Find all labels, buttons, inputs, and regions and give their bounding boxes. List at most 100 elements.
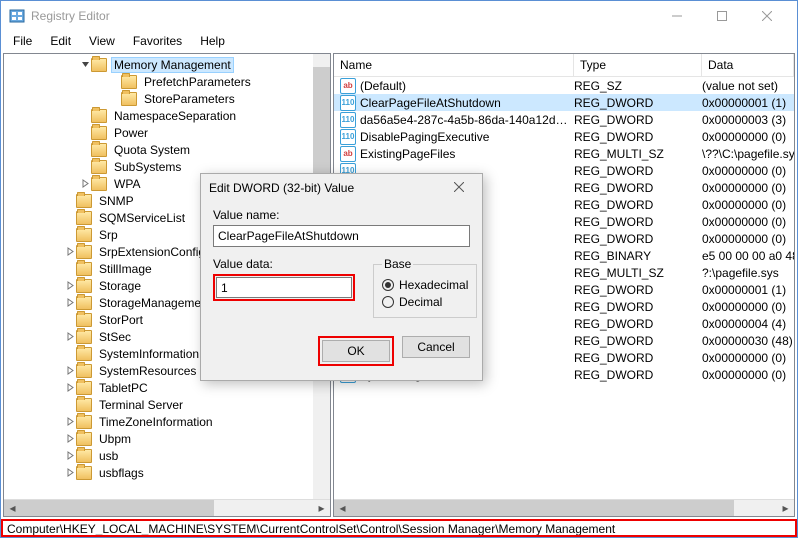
cell-data: 0x00000000 (0) <box>702 232 794 246</box>
expand-icon[interactable] <box>64 331 76 343</box>
tree-item[interactable]: usbflags <box>4 464 330 481</box>
tree-item[interactable]: Memory Management <box>4 56 330 73</box>
tree-item[interactable]: usb <box>4 447 330 464</box>
expand-icon[interactable] <box>64 450 76 462</box>
tree-label: usb <box>96 448 121 464</box>
cell-data: 0x00000000 (0) <box>702 300 794 314</box>
cancel-button[interactable]: Cancel <box>402 336 470 358</box>
list-row[interactable]: ab(Default)REG_SZ(value not set) <box>334 77 794 94</box>
folder-icon <box>76 245 92 259</box>
radio-dec[interactable]: Decimal <box>382 295 468 309</box>
tree-item[interactable]: NamespaceSeparation <box>4 107 330 124</box>
tree-item[interactable]: Power <box>4 124 330 141</box>
tree-hscroll[interactable]: ◂ ▸ <box>4 499 330 516</box>
folder-icon <box>76 313 92 327</box>
tree-item[interactable]: Quota System <box>4 141 330 158</box>
spacer <box>64 212 76 224</box>
tree-label: Quota System <box>111 142 193 158</box>
binary-value-icon: 110 <box>340 112 356 128</box>
menu-view[interactable]: View <box>81 32 123 50</box>
cell-type: REG_DWORD <box>574 96 702 110</box>
tree-item[interactable]: Ubpm <box>4 430 330 447</box>
folder-icon <box>76 211 92 225</box>
expand-icon[interactable] <box>64 365 76 377</box>
expand-icon[interactable] <box>79 59 91 71</box>
folder-icon <box>121 75 137 89</box>
tree-label: StorPort <box>96 312 146 328</box>
tree-item[interactable]: Terminal Server <box>4 396 330 413</box>
list-row[interactable]: 110da56a5e4-287c-4a5b-86da-140a12d814cdR… <box>334 111 794 128</box>
scroll-right-icon[interactable]: ▸ <box>777 500 794 517</box>
list-hscroll[interactable]: ◂ ▸ <box>334 499 794 516</box>
expand-icon[interactable] <box>64 467 76 479</box>
cell-type: REG_SZ <box>574 79 702 93</box>
tree-label: SrpExtensionConfig <box>96 244 208 260</box>
list-row[interactable]: 110DisablePagingExecutiveREG_DWORD0x0000… <box>334 128 794 145</box>
menu-help[interactable]: Help <box>192 32 233 50</box>
value-data-input[interactable] <box>216 277 352 298</box>
col-header-data[interactable]: Data <box>702 54 794 76</box>
scroll-left-icon[interactable]: ◂ <box>334 500 351 517</box>
cell-data: 0x00000001 (1) <box>702 96 794 110</box>
folder-icon <box>76 381 92 395</box>
scroll-thumb[interactable] <box>334 500 734 517</box>
cell-type: REG_DWORD <box>574 164 702 178</box>
tree-item[interactable]: TabletPC <box>4 379 330 396</box>
menu-favorites[interactable]: Favorites <box>125 32 190 50</box>
base-group: Base Hexadecimal Decimal <box>373 257 477 318</box>
folder-icon <box>76 228 92 242</box>
expand-icon[interactable] <box>64 433 76 445</box>
expand-icon[interactable] <box>64 382 76 394</box>
tree-item[interactable]: StoreParameters <box>4 90 330 107</box>
cell-type: REG_DWORD <box>574 351 702 365</box>
expand-icon[interactable] <box>64 416 76 428</box>
folder-icon <box>76 262 92 276</box>
cell-data: 0x00000000 (0) <box>702 368 794 382</box>
scroll-thumb[interactable] <box>4 500 214 517</box>
cell-type: REG_DWORD <box>574 334 702 348</box>
tree-label: SystemInformation <box>96 346 202 362</box>
spacer <box>64 348 76 360</box>
cell-name: ExistingPageFiles <box>360 147 574 161</box>
tree-item[interactable]: TimeZoneInformation <box>4 413 330 430</box>
folder-icon <box>76 279 92 293</box>
folder-icon <box>91 126 107 140</box>
string-value-icon: ab <box>340 146 356 162</box>
cell-data: ?:\pagefile.sys <box>702 266 794 280</box>
radio-hex[interactable]: Hexadecimal <box>382 278 468 292</box>
list-row[interactable]: abExistingPageFilesREG_MULTI_SZ\??\C:\pa… <box>334 145 794 162</box>
tree-label: Ubpm <box>96 431 134 447</box>
tree-label: StoreParameters <box>141 91 238 107</box>
cell-data: 0x00000001 (1) <box>702 283 794 297</box>
tree-item[interactable]: PrefetchParameters <box>4 73 330 90</box>
cell-type: REG_BINARY <box>574 249 702 263</box>
tree-label: StSec <box>96 329 134 345</box>
spacer <box>64 229 76 241</box>
expand-icon[interactable] <box>64 246 76 258</box>
cell-type: REG_DWORD <box>574 113 702 127</box>
spacer <box>64 195 76 207</box>
ok-button[interactable]: OK <box>322 340 390 362</box>
address-bar[interactable]: Computer\HKEY_LOCAL_MACHINE\SYSTEM\Curre… <box>1 519 797 537</box>
expand-icon[interactable] <box>64 297 76 309</box>
menu-edit[interactable]: Edit <box>42 32 79 50</box>
maximize-button[interactable] <box>699 1 744 31</box>
value-name-input[interactable] <box>213 225 470 247</box>
menu-file[interactable]: File <box>5 32 40 50</box>
col-header-name[interactable]: Name <box>334 54 574 76</box>
spacer <box>64 399 76 411</box>
minimize-button[interactable] <box>654 1 699 31</box>
expand-icon[interactable] <box>64 280 76 292</box>
dialog-close-button[interactable] <box>444 181 474 195</box>
menu-bar: File Edit View Favorites Help <box>1 31 797 51</box>
scroll-left-icon[interactable]: ◂ <box>4 500 21 517</box>
tree-label: StillImage <box>96 261 155 277</box>
col-header-type[interactable]: Type <box>574 54 702 76</box>
expand-icon[interactable] <box>79 178 91 190</box>
list-row[interactable]: 110ClearPageFileAtShutdownREG_DWORD0x000… <box>334 94 794 111</box>
cell-type: REG_MULTI_SZ <box>574 266 702 280</box>
scroll-right-icon[interactable]: ▸ <box>313 500 330 517</box>
cell-type: REG_DWORD <box>574 130 702 144</box>
cell-data: e5 00 00 00 a0 48 <box>702 249 794 263</box>
close-button[interactable] <box>744 1 789 31</box>
